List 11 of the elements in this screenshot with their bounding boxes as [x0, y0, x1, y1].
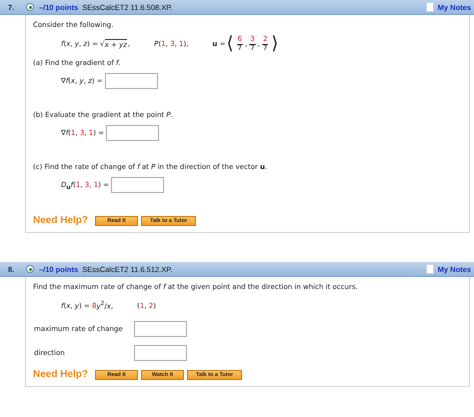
answer-field[interactable] [106, 125, 160, 141]
angle-bracket: ⟨ [226, 35, 234, 53]
need-help-label: Need Help? [33, 369, 88, 380]
answer-field[interactable] [134, 345, 187, 361]
answer-field[interactable] [134, 321, 187, 337]
note-icon[interactable] [426, 2, 434, 12]
need-help-label: Need Help? [33, 215, 88, 226]
angle-bracket: ⟩ [271, 35, 278, 53]
answer-field[interactable] [104, 73, 158, 89]
note-icon[interactable] [426, 264, 434, 274]
answer-field[interactable] [111, 177, 164, 193]
